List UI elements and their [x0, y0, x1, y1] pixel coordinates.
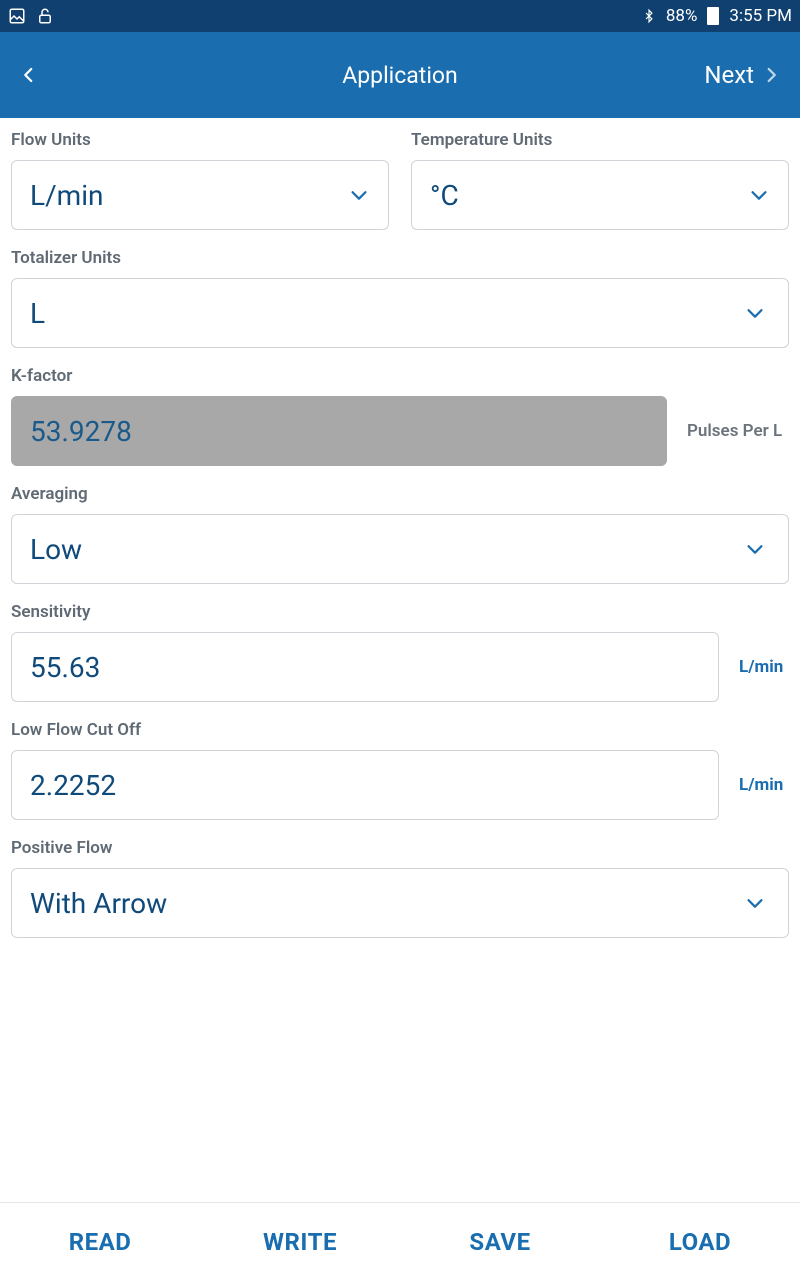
label-k-factor: K-factor [11, 366, 789, 386]
select-totalizer-units[interactable]: L [11, 278, 789, 348]
bluetooth-icon [640, 7, 658, 25]
select-temperature-units[interactable]: °C [411, 160, 789, 230]
load-label: LOAD [669, 1228, 731, 1256]
lock-open-icon [36, 7, 54, 25]
field-temperature-units: Temperature Units °C [411, 130, 789, 230]
bottom-bar: READ WRITE SAVE LOAD [0, 1202, 800, 1280]
unit-k-factor: Pulses Per L [687, 421, 782, 441]
field-averaging: Averaging Low [11, 484, 789, 584]
status-bar: 88% 3:55 PM [0, 0, 800, 32]
chevron-down-icon [748, 184, 770, 206]
unit-low-flow-cutoff: L/min [739, 775, 789, 795]
label-low-flow-cutoff: Low Flow Cut Off [11, 720, 789, 740]
select-averaging[interactable]: Low [11, 514, 789, 584]
label-totalizer-units: Totalizer Units [11, 248, 789, 268]
form-content: Flow Units L/min Temperature Units °C To… [0, 118, 800, 938]
value-averaging: Low [30, 533, 82, 566]
clock-time: 3:55 PM [729, 6, 792, 26]
save-button[interactable]: SAVE [400, 1203, 600, 1280]
value-k-factor: 53.9278 [30, 415, 132, 448]
value-temperature-units: °C [430, 179, 459, 212]
battery-icon [707, 7, 719, 25]
battery-percent: 88% [666, 6, 698, 26]
input-sensitivity[interactable]: 55.63 [11, 632, 719, 702]
next-label: Next [704, 61, 754, 89]
chevron-down-icon [744, 538, 766, 560]
input-k-factor: 53.9278 [11, 396, 667, 466]
select-flow-units[interactable]: L/min [11, 160, 389, 230]
picture-icon [8, 7, 26, 25]
next-button[interactable]: Next [704, 61, 780, 89]
load-button[interactable]: LOAD [600, 1203, 800, 1280]
read-button[interactable]: READ [0, 1203, 200, 1280]
write-button[interactable]: WRITE [200, 1203, 400, 1280]
field-positive-flow: Positive Flow With Arrow [11, 838, 789, 938]
app-bar: Application Next [0, 32, 800, 118]
page-title: Application [0, 62, 800, 89]
chevron-down-icon [744, 302, 766, 324]
unit-sensitivity: L/min [739, 657, 789, 677]
value-totalizer-units: L [30, 297, 45, 330]
chevron-down-icon [348, 184, 370, 206]
select-positive-flow[interactable]: With Arrow [11, 868, 789, 938]
chevron-right-icon [762, 62, 780, 88]
chevron-down-icon [744, 892, 766, 914]
field-flow-units: Flow Units L/min [11, 130, 389, 230]
field-k-factor: K-factor 53.9278 Pulses Per L [11, 366, 789, 466]
label-temperature-units: Temperature Units [411, 130, 789, 150]
value-flow-units: L/min [30, 179, 103, 212]
read-label: READ [69, 1228, 132, 1256]
label-averaging: Averaging [11, 484, 789, 504]
write-label: WRITE [263, 1228, 337, 1256]
field-low-flow-cutoff: Low Flow Cut Off 2.2252 L/min [11, 720, 789, 820]
value-low-flow-cutoff: 2.2252 [30, 769, 116, 802]
input-low-flow-cutoff[interactable]: 2.2252 [11, 750, 719, 820]
field-totalizer-units: Totalizer Units L [11, 248, 789, 348]
label-positive-flow: Positive Flow [11, 838, 789, 858]
value-positive-flow: With Arrow [30, 887, 167, 920]
label-flow-units: Flow Units [11, 130, 389, 150]
field-sensitivity: Sensitivity 55.63 L/min [11, 602, 789, 702]
label-sensitivity: Sensitivity [11, 602, 789, 622]
value-sensitivity: 55.63 [30, 651, 100, 684]
save-label: SAVE [469, 1228, 530, 1256]
